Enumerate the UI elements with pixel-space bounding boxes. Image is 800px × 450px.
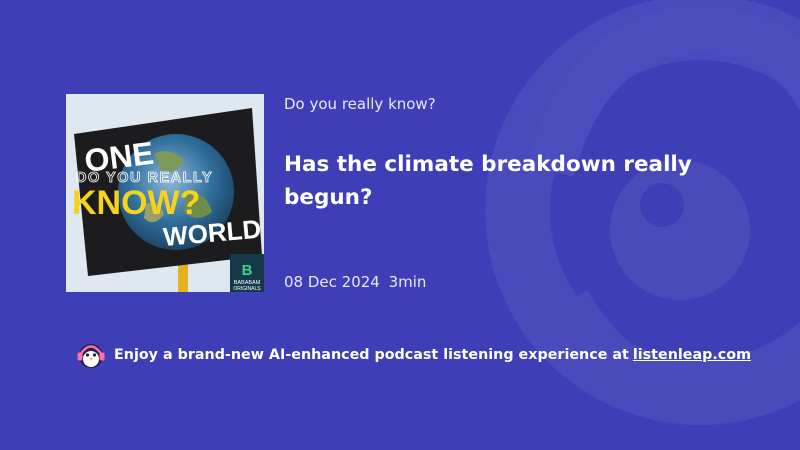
episode-title[interactable]: Has the climate breakdown really begun? (284, 148, 754, 214)
svg-text:B: B (242, 262, 253, 279)
promo-banner: Enjoy a brand-new AI-enhanced podcast li… (76, 340, 751, 370)
cover-badge-sub: ORIGINALS (233, 286, 261, 292)
listenleap-link[interactable]: listenleap.com (633, 347, 751, 363)
promo-text: Enjoy a brand-new AI-enhanced podcast li… (114, 347, 629, 363)
episode-duration: 3min (388, 273, 427, 291)
episode-date: 08 Dec 2024 (284, 273, 380, 291)
background-watermark-icon (440, 0, 800, 450)
penguin-headphones-icon (76, 340, 106, 370)
episode-meta: 08 Dec 2024 3min (284, 272, 426, 292)
cover-text-know: KNOW? (72, 184, 200, 222)
podcast-cover-art[interactable]: ONE DO YOU REALLY KNOW? WORLD B BABABAM … (66, 94, 264, 292)
podcast-show-name[interactable]: Do you really know? (284, 94, 436, 114)
